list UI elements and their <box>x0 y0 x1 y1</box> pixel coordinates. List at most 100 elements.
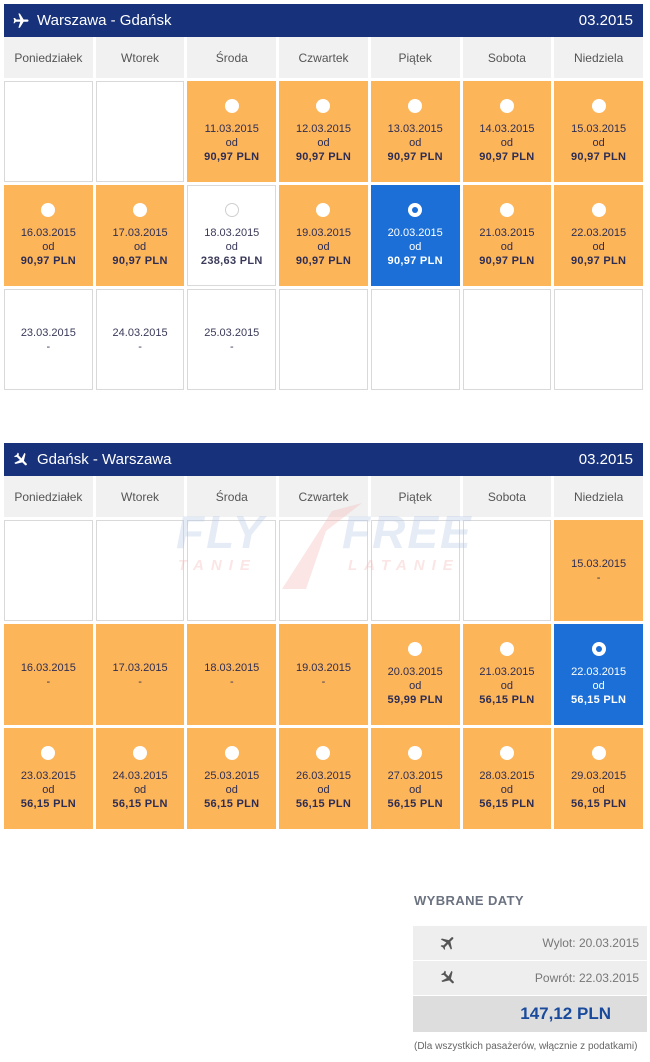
departure-row: Wylot: 20.03.2015 <box>413 926 647 960</box>
cell-no-price: - <box>596 571 601 584</box>
date-cell[interactable]: 21.03.2015 od 90,97 PLN <box>462 185 552 286</box>
date-cell[interactable]: 26.03.2015 od 56,15 PLN <box>279 728 368 829</box>
radio-icon[interactable] <box>224 99 239 113</box>
cell-price: 56,15 PLN <box>387 798 443 810</box>
date-cell[interactable]: 25.03.2015 od 56,15 PLN <box>187 728 277 829</box>
cell-from-label: od <box>500 680 514 692</box>
cell-date: 23.03.2015 <box>20 770 76 782</box>
date-cell[interactable]: 28.03.2015 od 56,15 PLN <box>462 728 552 829</box>
day-name: Piątek <box>370 476 460 517</box>
cell-price: 59,99 PLN <box>387 694 443 706</box>
cell-date: 26.03.2015 <box>295 770 352 782</box>
day-name: Środa <box>187 37 277 78</box>
radio-icon[interactable] <box>499 746 514 760</box>
radio-icon[interactable] <box>408 746 423 760</box>
cell-date: 23.03.2015 <box>20 326 76 339</box>
radio-icon[interactable] <box>224 746 239 760</box>
cell-date: 25.03.2015 <box>204 770 260 782</box>
radio-icon[interactable] <box>591 99 606 113</box>
date-cell[interactable]: 13.03.2015 od 90,97 PLN <box>370 81 460 182</box>
date-cell[interactable]: 14.03.2015 od 90,97 PLN <box>462 81 552 182</box>
date-cell <box>187 520 277 621</box>
cell-date: 21.03.2015 <box>479 227 535 239</box>
price-note: (Dla wszystkich pasażerów, włącznie z po… <box>414 1041 638 1052</box>
cell-no-price: - <box>46 340 51 353</box>
cell-date: 21.03.2015 <box>479 666 535 678</box>
cell-price: 90,97 PLN <box>387 151 443 163</box>
cell-price: 56,15 PLN <box>20 798 76 810</box>
date-cell <box>370 520 460 621</box>
cell-from-label: od <box>133 784 147 796</box>
cell-date: 22.03.2015 <box>571 666 627 678</box>
cell-date: 20.03.2015 <box>387 227 443 239</box>
outbound-calendar: Warszawa - Gdańsk 03.2015 Poniedziałek W… <box>4 4 643 390</box>
radio-icon[interactable] <box>316 746 331 760</box>
radio-icon[interactable] <box>316 99 331 113</box>
cell-from-label: od <box>42 241 55 253</box>
date-cell <box>279 289 368 390</box>
cell-price: 56,15 PLN <box>570 798 627 810</box>
cell-date: 19.03.2015 <box>295 227 352 239</box>
date-cell[interactable]: 11.03.2015 od 90,97 PLN <box>187 81 277 182</box>
date-cell[interactable]: 18.03.2015 od 238,63 PLN <box>187 185 277 286</box>
cell-price: 56,15 PLN <box>112 798 168 810</box>
radio-icon[interactable] <box>499 203 514 217</box>
airplane-icon <box>12 12 30 30</box>
date-cell[interactable]: 20.03.2015 od 59,99 PLN <box>370 624 460 725</box>
cell-from-label: od <box>317 241 330 253</box>
cell-from-label: od <box>133 241 147 253</box>
date-cell[interactable]: 17.03.2015 od 90,97 PLN <box>95 185 185 286</box>
radio-icon[interactable] <box>499 99 514 113</box>
date-cell[interactable]: 16.03.2015 od 90,97 PLN <box>4 185 93 286</box>
date-cell[interactable]: 15.03.2015 od 90,97 PLN <box>554 81 643 182</box>
radio-icon[interactable] <box>224 203 239 217</box>
day-name: Sobota <box>462 476 552 517</box>
radio-selected-icon[interactable] <box>591 642 606 656</box>
date-cell[interactable]: 27.03.2015 od 56,15 PLN <box>370 728 460 829</box>
cell-no-price: - <box>46 675 51 688</box>
radio-selected-icon[interactable] <box>408 203 423 217</box>
cell-price: 56,15 PLN <box>479 798 535 810</box>
date-cell <box>370 289 460 390</box>
return-row: Powrót: 22.03.2015 <box>413 961 647 995</box>
cell-no-price: - <box>138 675 142 688</box>
date-cell[interactable]: 19.03.2015 od 90,97 PLN <box>279 185 368 286</box>
cell-date: 16.03.2015 <box>20 227 76 239</box>
date-cell[interactable]: 22.03.2015 od 90,97 PLN <box>554 185 643 286</box>
radio-icon[interactable] <box>133 203 148 217</box>
return-date: Powrót: 22.03.2015 <box>534 971 639 985</box>
date-cell: 18.03.2015- <box>187 624 277 725</box>
cell-date: 11.03.2015 <box>204 123 259 135</box>
outbound-header: Warszawa - Gdańsk 03.2015 <box>4 4 643 37</box>
date-cell: 19.03.2015- <box>279 624 368 725</box>
radio-icon[interactable] <box>408 99 423 113</box>
day-name: Niedziela <box>554 37 643 78</box>
radio-icon[interactable] <box>133 746 148 760</box>
date-cell[interactable]: 29.03.2015 od 56,15 PLN <box>554 728 643 829</box>
day-name: Wtorek <box>95 37 185 78</box>
cell-date: 29.03.2015 <box>571 770 627 782</box>
radio-icon[interactable] <box>408 642 423 656</box>
radio-icon[interactable] <box>41 746 56 760</box>
date-cell[interactable]: 20.03.2015 od 90,97 PLN <box>370 185 460 286</box>
departure-date: Wylot: 20.03.2015 <box>542 936 639 950</box>
radio-icon[interactable] <box>41 203 56 217</box>
radio-icon[interactable] <box>316 203 331 217</box>
radio-icon[interactable] <box>591 203 606 217</box>
return-day-names: Poniedziałek Wtorek Środa Czwartek Piąte… <box>4 476 643 517</box>
radio-icon[interactable] <box>499 642 514 656</box>
cell-price: 90,97 PLN <box>204 151 260 163</box>
date-cell[interactable]: 22.03.2015 od 56,15 PLN <box>554 624 643 725</box>
cell-price: 90,97 PLN <box>20 255 76 267</box>
outbound-day-names: Poniedziałek Wtorek Środa Czwartek Piąte… <box>4 37 643 78</box>
radio-icon[interactable] <box>591 746 606 760</box>
date-cell[interactable]: 12.03.2015 od 90,97 PLN <box>279 81 368 182</box>
cell-price: 56,15 PLN <box>204 798 260 810</box>
date-cell[interactable]: 21.03.2015 od 56,15 PLN <box>462 624 552 725</box>
date-cell[interactable]: 24.03.2015 od 56,15 PLN <box>95 728 185 829</box>
airplane-icon <box>435 930 460 955</box>
date-cell <box>462 520 552 621</box>
cell-price: 90,97 PLN <box>112 255 168 267</box>
day-name: Niedziela <box>554 476 643 517</box>
date-cell[interactable]: 23.03.2015 od 56,15 PLN <box>4 728 93 829</box>
